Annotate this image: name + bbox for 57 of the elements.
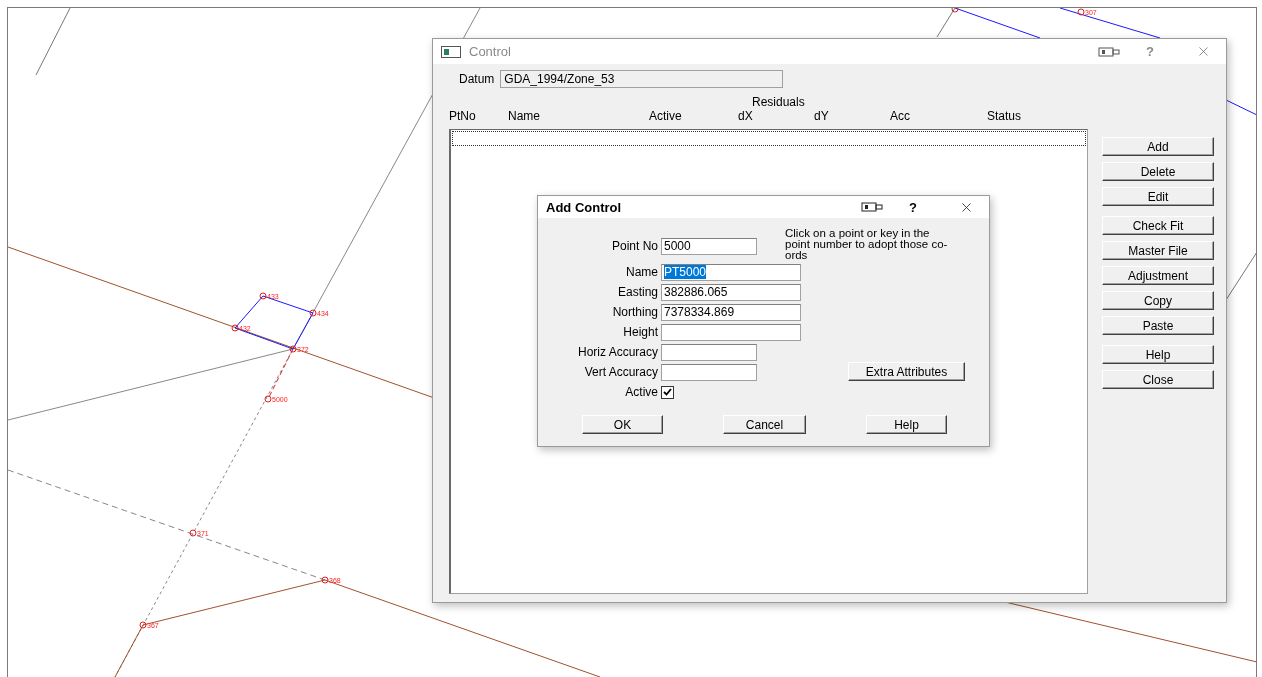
input-field[interactable]: 382886.065 — [661, 283, 801, 301]
dialog-button[interactable]: Copy — [1102, 291, 1214, 310]
input-field[interactable] — [661, 343, 757, 361]
input-field[interactable] — [661, 323, 801, 341]
extra-attributes-button[interactable]: Extra Attributes — [848, 362, 965, 381]
window-title: Control — [469, 44, 512, 59]
column-group-header: Residuals — [752, 95, 806, 109]
point-marker — [264, 395, 272, 403]
dialog-button[interactable]: Help — [866, 415, 947, 434]
point-marker — [139, 621, 147, 629]
column-header: Status — [987, 109, 1023, 125]
window-icon — [441, 45, 461, 58]
column-header: Name — [508, 109, 541, 125]
point-marker — [1077, 8, 1085, 16]
dialog-button[interactable]: Master File — [1102, 241, 1214, 260]
dialog-button[interactable]: Adjustment — [1102, 266, 1214, 285]
dialog-button[interactable]: Paste — [1102, 316, 1214, 335]
pin-icon[interactable] — [1098, 46, 1120, 57]
point-marker — [189, 529, 197, 537]
field-label: Horiz Accuracy — [577, 345, 658, 359]
datum-label: Datum — [459, 72, 495, 86]
dialog-button[interactable]: Cancel — [723, 415, 806, 434]
dialog-button[interactable]: Add — [1102, 137, 1214, 156]
dialog-button[interactable]: Delete — [1102, 162, 1214, 181]
field-label: Northing — [612, 305, 658, 319]
point-marker — [289, 345, 297, 353]
hint-text: Click on a point or key in the point number to adopt those co-ords — [785, 228, 949, 261]
dialog-button[interactable]: Check Fit — [1102, 216, 1214, 235]
field-label: Height — [623, 325, 658, 339]
help-button[interactable]: ? — [883, 199, 943, 215]
column-header: dY — [814, 109, 830, 125]
point-marker — [231, 324, 239, 332]
point-marker — [321, 576, 329, 584]
dialog-title: Add Control — [546, 199, 623, 215]
active-checkbox[interactable] — [661, 385, 674, 399]
input-field[interactable]: PT5000 — [661, 263, 801, 281]
point-marker — [259, 292, 267, 300]
column-header: dX — [738, 109, 754, 125]
field-label: Name — [626, 265, 658, 279]
checkbox-label: Active — [625, 385, 658, 399]
input-field[interactable]: 5000 — [661, 238, 757, 255]
point-marker — [309, 309, 317, 317]
dialog-button[interactable]: Edit — [1102, 187, 1214, 206]
datum-field[interactable]: GDA_1994/Zone_53 — [500, 70, 784, 88]
field-label: Point No — [611, 239, 658, 253]
input-field[interactable] — [661, 363, 757, 381]
column-header: Active — [649, 109, 683, 125]
dialog-button[interactable]: OK — [582, 415, 663, 434]
dialog-button[interactable]: Help — [1102, 345, 1214, 364]
pin-icon[interactable] — [861, 202, 883, 212]
dialog-button[interactable]: Close — [1102, 370, 1214, 389]
column-header: PtNo — [449, 109, 477, 125]
column-header: Acc — [890, 109, 911, 125]
field-label: Vert Accuracy — [584, 365, 658, 379]
help-button[interactable]: ? — [1120, 44, 1180, 59]
field-label: Easting — [617, 285, 658, 299]
input-field[interactable]: 7378334.869 — [661, 303, 801, 321]
